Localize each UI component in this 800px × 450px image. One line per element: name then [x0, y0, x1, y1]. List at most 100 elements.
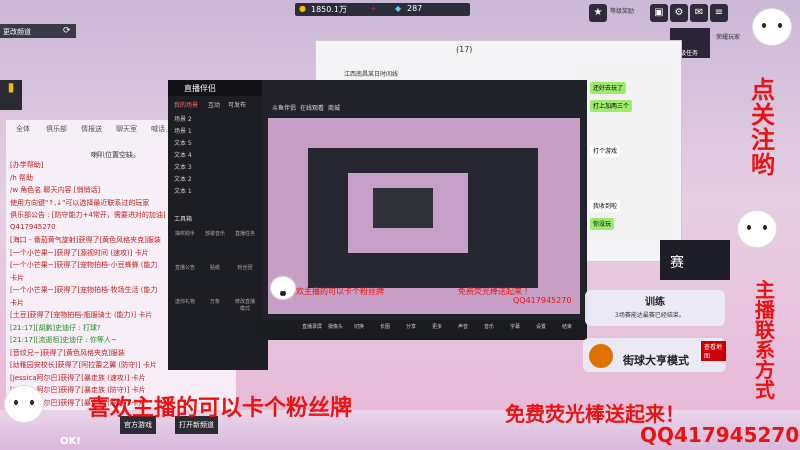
toolbox-item[interactable]: 粉丝团: [234, 264, 256, 284]
chat-tab-shout[interactable]: 喊话: [151, 124, 165, 134]
chat-line: [音纹兄~]获得了[黄色风格夹克]服装: [10, 348, 125, 357]
stream-preview: 喜欢主播的可以卡个粉丝牌 免费荧光棒送起来 ! QQ417945270: [268, 118, 580, 314]
top-tab-0[interactable]: 斗鱼伴侣: [272, 103, 296, 112]
stream-control-button[interactable]: 设置: [536, 323, 546, 330]
chat-line: [21:17][流逝祖]史迪仔 : 你等人~: [10, 336, 117, 344]
chat-line: [土豆]获得了[宠物拍档-瓶服骑士 (能力)] 卡片: [10, 311, 153, 319]
toolbox-item[interactable]: 直播任务: [234, 230, 256, 250]
qq-text: QQ417945270: [640, 423, 800, 447]
stream-bottom-bar: 直播录屏 摄像头 切换 长图 分享 更多 声音 音乐 字幕 设置 结束: [262, 320, 587, 340]
toolbox-item[interactable]: 万象: [204, 298, 226, 318]
level-reward-label: 等级奖励: [610, 8, 635, 15]
coins-value: 1850.1万: [311, 5, 347, 14]
scene-item[interactable]: 文本 4: [174, 150, 192, 159]
chat-bubble: 打个游戏: [590, 145, 621, 157]
chat-line: [一个小芒果~]获得了[源视时间 (速攻)] 卡片: [10, 248, 149, 257]
chat-line: /w 角色名 聊天内容 [悄悄话]: [10, 186, 101, 194]
basketball-icon: [589, 344, 613, 368]
scene-item[interactable]: 场景 1: [174, 126, 192, 135]
trophy-icon[interactable]: ★: [589, 4, 607, 22]
chat-line: 使用方向键"↑,↓"可以选择最近联系过的玩家: [10, 198, 150, 207]
toolbox-item[interactable]: 直播公告: [174, 264, 196, 284]
camera-icon[interactable]: ▣: [650, 4, 668, 22]
stream-control-button[interactable]: 切换: [354, 323, 364, 330]
scene-item[interactable]: 场景 2: [174, 114, 192, 123]
fan-text: 喜欢主播的可以卡个粉丝牌: [88, 396, 353, 421]
chat-line: /h 帮助: [10, 173, 34, 182]
top-tab-1[interactable]: 在线观看: [300, 103, 324, 112]
gem-icon: ◆: [395, 4, 402, 13]
refresh-icon[interactable]: ⟳: [63, 26, 71, 36]
stream-tool-panel: 直播伴侣 我的场景 互动 可发布 场景 2 场景 1 文本 5 文本 4 文本 3 文本 …: [168, 80, 268, 370]
toolbox-item[interactable]: 修改直播模式: [234, 298, 256, 318]
chat-line: Q417945270: [10, 222, 56, 231]
chat-line: 卡片: [10, 273, 24, 282]
obs-tab-scenes[interactable]: 我的场景: [174, 100, 198, 109]
stream-control-button[interactable]: 声音: [458, 323, 468, 330]
chat-tab-intel[interactable]: 情报送: [81, 124, 102, 134]
cat-sticker-icon: [752, 8, 792, 46]
stream-control-button[interactable]: 音乐: [484, 323, 494, 330]
plus-icon[interactable]: +: [370, 4, 377, 13]
chat-line: [Jessica阿尔巴]获得了[暴走族 (速攻)] 卡片: [10, 373, 146, 382]
mid-qq-text: QQ417945270: [513, 296, 572, 305]
toolbox-label: 工具箱: [174, 216, 193, 223]
cat-sticker-icon: [270, 276, 296, 300]
side-menu-icon[interactable]: ▮: [0, 80, 22, 110]
street-mode-panel[interactable]: 查看地图 街球大亨模式: [583, 338, 726, 372]
change-channel-bar[interactable]: 更改频道 ⟳: [0, 24, 76, 38]
toolbox-item[interactable]: 放歌音乐: [204, 230, 226, 250]
cat-sticker-icon: [4, 385, 44, 423]
chat-bubble: 我收到啦: [590, 200, 621, 212]
stream-control-button[interactable]: 摄像头: [328, 323, 343, 330]
toolbox-item[interactable]: 抽奖助手: [174, 230, 196, 250]
top-tab-2[interactable]: 商城: [328, 103, 340, 112]
chat-tab-room[interactable]: 聊天室: [116, 124, 137, 134]
obs-tab-publish[interactable]: 可发布: [228, 100, 246, 109]
chat-bubble: 还好去玩了: [590, 82, 627, 94]
stream-control-button[interactable]: 结束: [562, 323, 572, 330]
nested-preview-deep: [373, 188, 433, 228]
chat-bubble: 打上加两三个: [590, 100, 633, 112]
scene-item[interactable]: 文本 5: [174, 138, 192, 147]
toolbox-item[interactable]: 贴纸: [204, 264, 226, 284]
scene-item[interactable]: 文本 1: [174, 186, 192, 195]
scene-item[interactable]: 文本 3: [174, 162, 192, 171]
stream-control-button[interactable]: 长图: [380, 323, 390, 330]
stream-tool-header: 直播伴侣: [168, 80, 268, 96]
obs-tab-interact[interactable]: 互动: [208, 100, 220, 109]
chat-line: 卡片: [10, 298, 24, 307]
stream-control-button[interactable]: 分享: [406, 323, 416, 330]
chat-line: [海口 - 番茄黄气旋射]获得了[黄色风格夹克]服装: [10, 236, 161, 244]
view-map-button[interactable]: 查看地图: [701, 341, 726, 361]
follow-text: 点关注哟: [751, 76, 775, 179]
contact-text: 主播联系方式: [755, 278, 775, 402]
scene-item[interactable]: 文本 2: [174, 174, 192, 183]
stream-control-button[interactable]: 字幕: [510, 323, 520, 330]
menu-icon[interactable]: ≡: [710, 4, 728, 22]
stream-control-button[interactable]: 更多: [432, 323, 442, 330]
cat-sticker-icon: [737, 210, 777, 248]
chat-line: [一个小芒果~]获得了[宠物拍档-小豆蜂蜂 (能力: [10, 261, 158, 269]
chat-line: 俱乐部公告 : [防守能力+4常开，需要进对的加油]: [10, 211, 166, 219]
match-button[interactable]: 赛: [660, 240, 730, 280]
username: 荣耀玩家: [716, 34, 741, 41]
chat-line: [幼稚园安校长]获得了[阿拉蕾之翼 (防守)] 卡片: [10, 361, 157, 369]
chat-line: [办学帮助]: [10, 161, 44, 169]
chat-line: [21:17][胡鹏]史迪仔 : 打球?: [10, 323, 101, 332]
chat-bubble: 你没玩: [590, 218, 615, 230]
settings-icon[interactable]: ⚙: [670, 4, 688, 22]
coin-icon: ●: [299, 4, 306, 13]
currency-bar: ● 1850.1万 + ◆ 287: [295, 3, 470, 16]
mail-icon[interactable]: ✉: [690, 4, 708, 22]
gems-value: 287: [407, 4, 423, 13]
training-panel[interactable]: 训练 3场赛能达最赛已经结束。: [585, 290, 725, 326]
toolbox-item[interactable]: 送你礼物: [174, 298, 196, 318]
browser-count: (17): [456, 45, 473, 54]
stream-control-button[interactable]: 直播录屏: [302, 323, 322, 330]
chat-tab-all[interactable]: 全体: [16, 124, 30, 134]
chat-tab-club[interactable]: 俱乐部: [46, 124, 67, 134]
mid-fan-text: 喜欢主播的可以卡个粉丝牌: [288, 287, 384, 296]
speaker-hint: 喇叭位置空缺。: [91, 151, 140, 159]
ok-label: OK!: [60, 436, 81, 447]
